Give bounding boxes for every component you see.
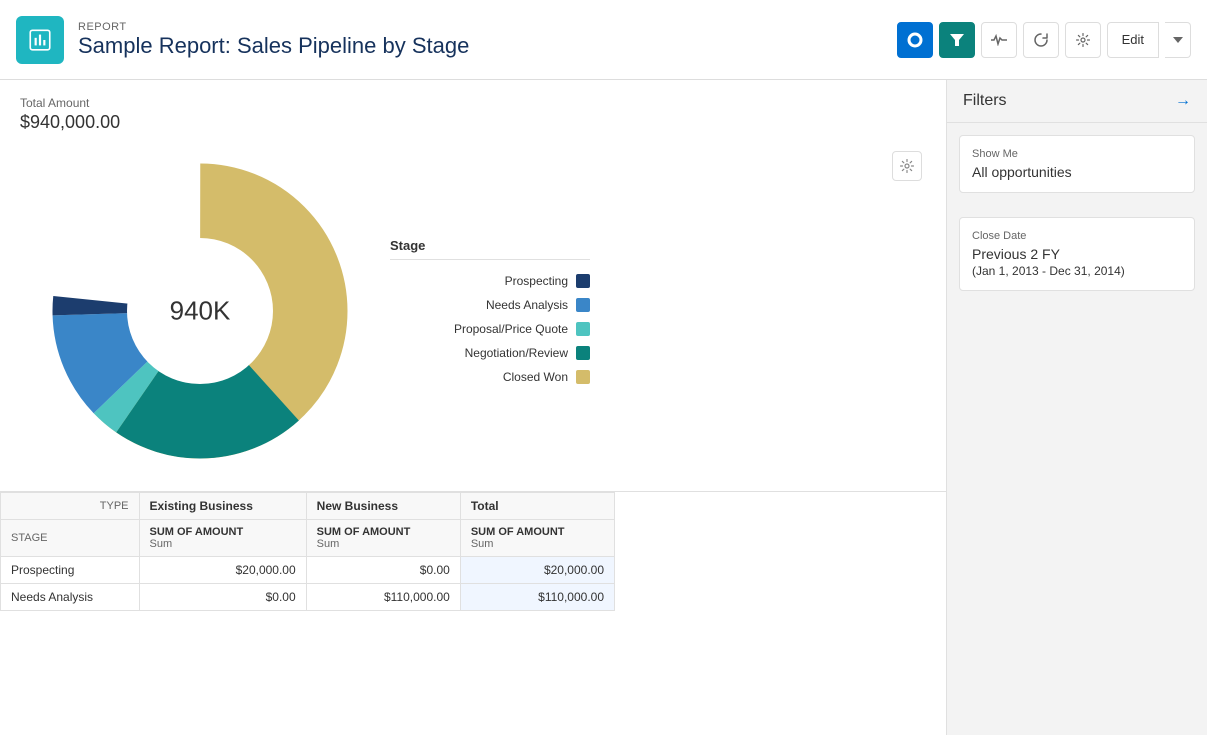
show-me-value[interactable]: All opportunities [972,164,1182,180]
row2-total: $110,000.00 [460,584,614,611]
row1-stage: Prospecting [1,557,140,584]
refresh-icon [1034,33,1048,47]
col-existing-header: Existing Business [139,493,306,520]
total-label: Total Amount [20,96,926,110]
legend-label-prospecting: Prospecting [505,274,568,288]
total-section: Total Amount $940,000.00 [0,80,946,141]
subheader-total-metric: SUM OF AMOUNT Sum [460,520,614,557]
page-header: REPORT Sample Report: Sales Pipeline by … [0,0,1207,80]
donut-chart-icon [907,32,923,48]
refresh-button[interactable] [1023,22,1059,58]
subheader-sum-label-2: SUM OF AMOUNT [317,526,411,538]
table-row: Prospecting $20,000.00 $0.00 $20,000.00 [1,557,615,584]
donut-chart: 940K [40,151,360,471]
pulse-icon [991,34,1007,46]
legend-label-closed-won: Closed Won [503,370,568,384]
legend-color-closed-won [576,370,590,384]
legend-item-prospecting: Prospecting [390,274,590,288]
legend-color-proposal [576,322,590,336]
donut-center [127,238,273,384]
row2-new: $110,000.00 [306,584,460,611]
col-new-header: New Business [306,493,460,520]
legend-label-needs-analysis: Needs Analysis [486,298,568,312]
col-type-header: TYPE [1,493,140,520]
pulse-button[interactable] [981,22,1017,58]
row1-total: $20,000.00 [460,557,614,584]
edit-dropdown-button[interactable] [1165,22,1191,58]
report-label: REPORT [78,21,469,33]
gear-icon [1076,33,1090,47]
report-icon-svg [27,27,53,53]
chart-container: 940K Stage Prospecting Needs Analysis [0,141,946,491]
data-table-area: TYPE Existing Business New Business Tota… [0,491,946,611]
header-left: REPORT Sample Report: Sales Pipeline by … [16,16,469,64]
subheader-sum-agg-1: Sum [150,538,173,550]
filter-button[interactable] [939,22,975,58]
content-area: Total Amount $940,000.00 [0,80,947,735]
donut-svg [40,151,360,471]
total-value: $940,000.00 [20,112,926,133]
close-date-filter-card: Close Date Previous 2 FY (Jan 1, 2013 - … [959,217,1195,291]
table-header-row: TYPE Existing Business New Business Tota… [1,493,615,520]
close-date-label: Close Date [972,230,1182,242]
chart-gear-icon [900,159,914,173]
settings-button[interactable] [1065,22,1101,58]
subheader-stage-label: STAGE [1,520,140,557]
chart-legend: Stage Prospecting Needs Analysis Proposa… [390,238,590,384]
subheader-new-metric: SUM OF AMOUNT Sum [306,520,460,557]
report-title: Sample Report: Sales Pipeline by Stage [78,33,469,59]
show-me-label: Show Me [972,148,1182,160]
legend-label-negotiation: Negotiation/Review [465,346,568,360]
legend-item-needs-analysis: Needs Analysis [390,298,590,312]
subheader-sum-label-3: SUM OF AMOUNT [471,526,565,538]
row1-existing: $20,000.00 [139,557,306,584]
close-date-value[interactable]: Previous 2 FY [972,246,1182,262]
filters-sidebar: Filters → Show Me All opportunities Clos… [947,80,1207,735]
legend-item-negotiation: Negotiation/Review [390,346,590,360]
legend-item-closed-won: Closed Won [390,370,590,384]
chart-inner: 940K Stage Prospecting Needs Analysis [20,151,926,471]
header-title-block: REPORT Sample Report: Sales Pipeline by … [78,21,469,59]
subheader-sum-label-1: SUM OF AMOUNT [150,526,244,538]
close-date-sub: (Jan 1, 2013 - Dec 31, 2014) [972,264,1182,278]
row2-stage: Needs Analysis [1,584,140,611]
chevron-down-icon [1173,37,1183,43]
legend-color-negotiation [576,346,590,360]
col-total-header: Total [460,493,614,520]
legend-title: Stage [390,238,590,260]
filter-icon [950,33,964,47]
legend-item-proposal: Proposal/Price Quote [390,322,590,336]
data-table: TYPE Existing Business New Business Tota… [0,492,615,611]
chart-view-button[interactable] [897,22,933,58]
table-row: Needs Analysis $0.00 $110,000.00 $110,00… [1,584,615,611]
header-actions: Edit [897,22,1191,58]
show-me-filter-card: Show Me All opportunities [959,135,1195,193]
legend-color-prospecting [576,274,590,288]
subheader-sum-agg-2: Sum [317,538,340,550]
legend-color-needs-analysis [576,298,590,312]
subheader-existing-metric: SUM OF AMOUNT Sum [139,520,306,557]
row1-new: $0.00 [306,557,460,584]
sidebar-header: Filters → [947,80,1207,123]
row2-existing: $0.00 [139,584,306,611]
legend-label-proposal: Proposal/Price Quote [454,322,568,336]
main-layout: Total Amount $940,000.00 [0,80,1207,735]
table-subheader-row: STAGE SUM OF AMOUNT Sum SUM OF AMOUNT Su… [1,520,615,557]
edit-button[interactable]: Edit [1107,22,1159,58]
sidebar-title: Filters [963,92,1007,110]
sidebar-expand-button[interactable]: → [1175,92,1191,110]
subheader-sum-agg-3: Sum [471,538,494,550]
report-icon [16,16,64,64]
chart-settings-button[interactable] [892,151,922,181]
